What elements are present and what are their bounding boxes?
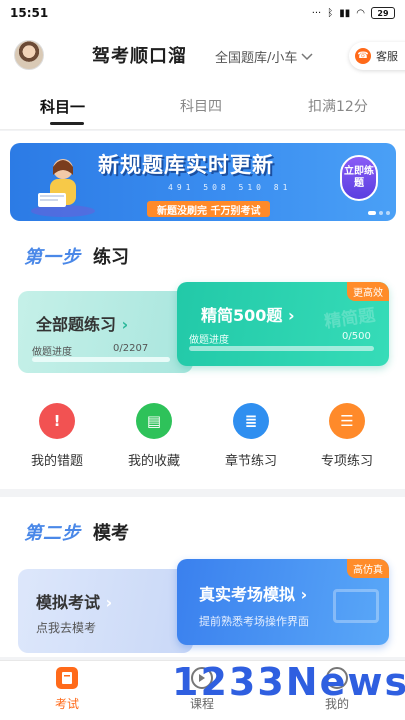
shortcut-label: 章节练习 (224, 454, 277, 469)
practice-shortcuts: ! 我的错题 ▤ 我的收藏 ≣ 章节练习 ☰ 专项练习 (0, 403, 405, 483)
wrong-questions-shortcut[interactable]: ! 我的错题 (17, 403, 97, 469)
section-heading: 第二步 模考 (24, 519, 129, 545)
shortcut-label: 我的错题 (30, 454, 83, 469)
banner-stats: 491 508 510 81 (168, 183, 292, 192)
simplified-500-label: 精简500题 › (201, 306, 295, 325)
profile-icon (326, 667, 348, 689)
nav-profile[interactable]: 我的 (307, 667, 367, 712)
customer-service-button[interactable]: ☎ 客服 (349, 42, 405, 70)
mock-exam-sub: 点我去模考 (36, 621, 97, 635)
app-header: 驾考顺口溜 全国题库/小车 ☎ 客服 (0, 26, 405, 86)
chapter-practice-shortcut[interactable]: ≣ 章节练习 (211, 403, 291, 469)
bank-select-label: 全国题库/小车 (215, 51, 298, 66)
subject-tabs: 科目一 科目四 扣满12分 (0, 86, 405, 130)
status-bar: 15:51 ··· ᛒ ▮▮ ◠ 29 (0, 0, 405, 26)
mock-exam-section: 第二步 模考 模拟考试 › 点我去模考 高仿真 真实考场模拟 › 提前熟悉考场操… (0, 497, 405, 657)
nav-exam[interactable]: 考试 (37, 667, 97, 712)
favorite-icon: ▤ (136, 403, 172, 439)
pager-dot-active (368, 211, 376, 215)
progress-bar (189, 346, 374, 351)
avatar[interactable] (14, 40, 44, 70)
all-questions-label: 全部题练习 › (36, 315, 129, 334)
pager-dot (386, 211, 390, 215)
chevron-down-icon (301, 52, 313, 60)
mock-exam-label: 模拟考试 › (36, 593, 113, 612)
card-watermark: 精简题 (323, 305, 377, 333)
monitor-icon (333, 589, 379, 623)
banner-pager (368, 211, 390, 215)
practice-now-button[interactable]: 立即练题 (340, 155, 378, 201)
battery-icon: 29 (371, 7, 395, 19)
nav-label: 我的 (324, 697, 349, 711)
tab-deduct-12[interactable]: 扣满12分 (308, 96, 368, 116)
banner-slogan: 新题没刷完 千万别考试 (147, 201, 271, 217)
promo-banner[interactable]: 新规题库实时更新 491 508 510 81 新题没刷完 千万别考试 立即练题 (10, 143, 396, 221)
pager-dot (379, 211, 383, 215)
nav-label: 课程 (189, 697, 214, 711)
tab-subject-four[interactable]: 科目四 (180, 96, 222, 116)
real-exam-sim-card[interactable]: 高仿真 真实考场模拟 › 提前熟悉考场操作界面 (177, 559, 389, 645)
signal-icon: ▮▮ (339, 7, 351, 19)
simplified-500-card[interactable]: 精简题 更高效 精简500题 › 做题进度 0/500 (177, 282, 389, 366)
headset-icon: ☎ (355, 48, 371, 64)
real-exam-sub: 提前熟悉考场操作界面 (199, 615, 309, 628)
course-icon (191, 667, 213, 689)
special-icon: ☰ (329, 403, 365, 439)
page-title: 驾考顺口溜 (92, 46, 187, 67)
high-fidelity-badge: 高仿真 (347, 559, 389, 578)
practice-section: 第一步 练习 全部题练习 › 做题进度 0/2207 精简题 更高效 精简500… (0, 231, 405, 489)
bottom-nav: 考试 课程 我的 (0, 660, 405, 720)
real-exam-label: 真实考场模拟 › (199, 585, 308, 604)
more-efficient-badge: 更高效 (347, 282, 389, 301)
step-label: 第一步 (24, 247, 81, 268)
student-illustration (31, 159, 95, 217)
status-icons: ··· ᛒ ▮▮ ◠ 29 (312, 7, 395, 19)
question-bank-selector[interactable]: 全国题库/小车 (215, 47, 313, 66)
progress-label: 做题进度 (189, 335, 229, 346)
exam-icon (56, 667, 78, 689)
status-time: 15:51 (10, 6, 49, 20)
active-tab-indicator (50, 122, 84, 125)
progress-label: 做题进度 (32, 347, 72, 358)
shortcut-label: 专项练习 (320, 454, 373, 469)
nav-course[interactable]: 课程 (172, 667, 232, 712)
bluetooth-icon: ᛒ (327, 7, 334, 19)
shortcut-label: 我的收藏 (127, 454, 180, 469)
progress-bar (32, 357, 170, 362)
nav-label: 考试 (54, 697, 79, 711)
more-dots-icon: ··· (311, 7, 322, 19)
banner-section: 新规题库实时更新 491 508 510 81 新题没刷完 千万别考试 立即练题 (0, 131, 405, 231)
tab-subject-one[interactable]: 科目一 (40, 96, 85, 117)
banner-title: 新规题库实时更新 (98, 153, 274, 177)
favorites-shortcut[interactable]: ▤ 我的收藏 (114, 403, 194, 469)
section-title: 练习 (93, 247, 129, 268)
section-heading: 第一步 练习 (24, 243, 129, 269)
step-label: 第二步 (24, 523, 81, 544)
all-questions-card[interactable]: 全部题练习 › 做题进度 0/2207 (18, 291, 193, 373)
chapter-icon: ≣ (233, 403, 269, 439)
section-title: 模考 (93, 523, 129, 544)
mock-exam-card[interactable]: 模拟考试 › 点我去模考 (18, 569, 193, 653)
special-practice-shortcut[interactable]: ☰ 专项练习 (307, 403, 387, 469)
error-icon: ! (39, 403, 75, 439)
progress-value: 0/500 (342, 331, 371, 342)
service-label: 客服 (376, 50, 398, 63)
progress-value: 0/2207 (113, 343, 149, 354)
wifi-icon: ◠ (356, 7, 365, 19)
